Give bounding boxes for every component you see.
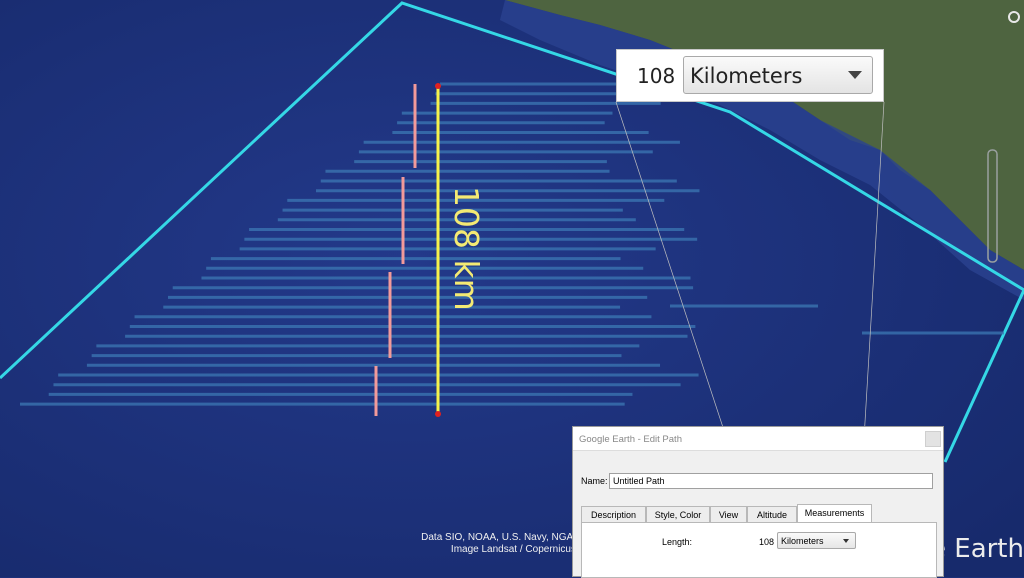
credits-line-2: Image Landsat / Copernicus	[450, 544, 576, 555]
callout-unit-dropdown[interactable]: Kilometers	[683, 56, 873, 94]
unit-callout: 108 Kilometers	[616, 49, 884, 102]
credits-line-1: Data SIO, NOAA, U.S. Navy, NGA,	[421, 532, 576, 543]
chevron-down-icon	[843, 539, 849, 543]
close-icon[interactable]	[925, 431, 941, 447]
unit-dropdown[interactable]: Kilometers	[777, 532, 856, 549]
tab-description[interactable]: Description	[581, 506, 646, 522]
edit-path-dialog: Google Earth - Edit Path Name: Untitled …	[572, 426, 944, 578]
dialog-titlebar[interactable]: Google Earth - Edit Path	[573, 427, 943, 451]
callout-unit-label: Kilometers	[690, 64, 803, 88]
tab-style-color[interactable]: Style, Color	[646, 506, 710, 522]
chevron-down-icon	[848, 71, 862, 79]
tab-altitude[interactable]: Altitude	[747, 506, 797, 522]
name-label: Name:	[581, 476, 608, 486]
length-value: 108	[759, 537, 775, 547]
dialog-title: Google Earth - Edit Path	[579, 434, 682, 445]
length-label: Length:	[662, 537, 693, 547]
callout-length-value: 108	[637, 64, 676, 88]
path-length-label: 108 km	[447, 186, 486, 311]
unit-dropdown-label: Kilometers	[781, 536, 824, 546]
tab-measurements[interactable]: Measurements	[797, 504, 872, 523]
measurements-panel: Length: 108 Kilometers	[581, 522, 937, 578]
path-end-point[interactable]	[435, 411, 441, 417]
google-earth-logo: e Earth	[930, 534, 1024, 564]
tab-view[interactable]: View	[710, 506, 747, 522]
name-field[interactable]: Untitled Path	[609, 473, 933, 489]
path-start-point[interactable]	[435, 83, 441, 89]
imagery-credits: Data SIO, NOAA, U.S. Navy, NGA, Image La…	[396, 532, 576, 556]
